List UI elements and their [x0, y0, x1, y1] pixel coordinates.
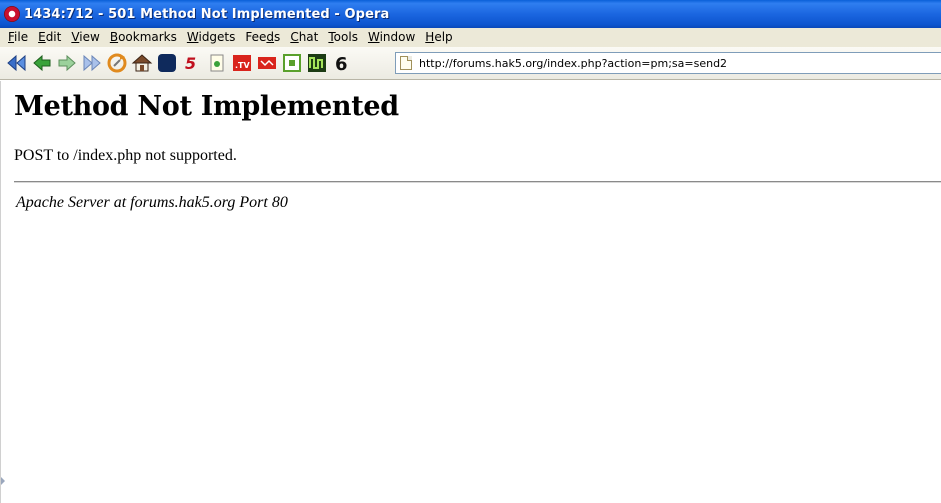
page-heading: Method Not Implemented [14, 91, 399, 122]
opera-icon[interactable] [4, 6, 20, 22]
divider [14, 181, 941, 183]
menu-file[interactable]: File [3, 28, 33, 47]
rewind-icon[interactable] [6, 52, 28, 74]
menu-window[interactable]: Window [363, 28, 420, 47]
menu-edit[interactable]: Edit [33, 28, 66, 47]
fast-forward-icon[interactable] [81, 52, 103, 74]
url-input[interactable] [419, 54, 919, 72]
five-icon[interactable]: 5 [181, 52, 203, 74]
navigation-toolbar: 5 .TV 6 [0, 47, 941, 80]
menu-bar: File Edit View Bookmarks Widgets Feeds C… [0, 28, 941, 47]
square-icon[interactable] [281, 52, 303, 74]
svg-text:5: 5 [185, 54, 196, 73]
reload-icon[interactable] [106, 52, 128, 74]
panel-toggle-icon[interactable] [1, 477, 5, 485]
forward-icon[interactable] [56, 52, 78, 74]
svg-text:.TV: .TV [235, 61, 250, 70]
svg-text:6: 6 [335, 54, 348, 73]
menu-widgets[interactable]: Widgets [182, 28, 241, 47]
page-icon [400, 56, 412, 70]
menu-help[interactable]: Help [420, 28, 457, 47]
six-icon[interactable]: 6 [331, 52, 353, 74]
stamp-icon[interactable] [256, 52, 278, 74]
chart-icon[interactable] [306, 52, 328, 74]
title-bar: 1434:712 - 501 Method Not Implemented - … [0, 0, 941, 28]
menu-feeds[interactable]: Feeds [240, 28, 285, 47]
page-content: Method Not Implemented POST to /index.ph… [0, 81, 941, 503]
menu-tools[interactable]: Tools [323, 28, 363, 47]
note-icon[interactable] [206, 52, 228, 74]
menu-bookmarks[interactable]: Bookmarks [105, 28, 182, 47]
menu-view[interactable]: View [66, 28, 104, 47]
address-bar[interactable] [395, 52, 941, 74]
back-icon[interactable] [31, 52, 53, 74]
tv-icon[interactable]: .TV [231, 52, 253, 74]
window-title: 1434:712 - 501 Method Not Implemented - … [24, 6, 390, 22]
home-icon[interactable] [131, 52, 153, 74]
moon-icon[interactable] [156, 52, 178, 74]
server-signature: Apache Server at forums.hak5.org Port 80 [16, 194, 288, 211]
menu-chat[interactable]: Chat [285, 28, 323, 47]
error-message: POST to /index.php not supported. [14, 147, 237, 164]
